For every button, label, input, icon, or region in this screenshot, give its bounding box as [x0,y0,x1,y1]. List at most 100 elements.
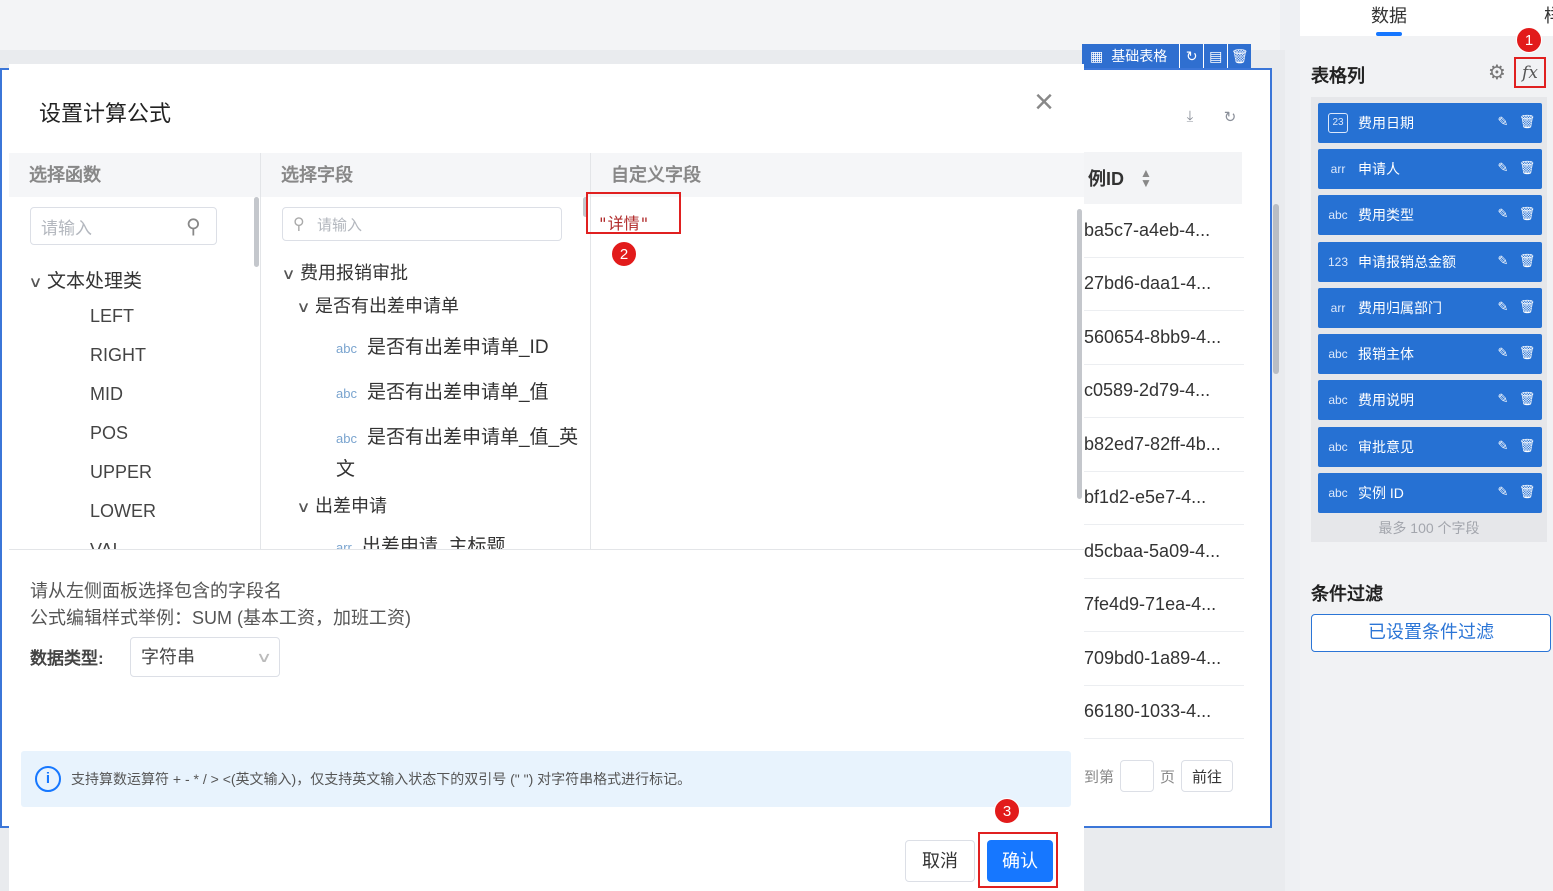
edit-icon[interactable]: ✎ [1494,114,1512,132]
delete-icon[interactable]: 🗑 [1518,299,1536,317]
chevron-down-icon: ∨ [255,649,273,665]
table-row: 27bd6-daa1-4... [1084,258,1244,311]
panel-tabs: 数据 样 [1300,0,1553,36]
table-row: 7fe4d9-71ea-4... [1084,579,1244,632]
gear-icon[interactable]: ⚙ [1486,62,1508,84]
field-search-input[interactable]: ⚲ 请输入 [282,207,562,241]
field-item[interactable]: arr 出差申请_主标题 [336,531,505,549]
field-tree-group[interactable]: ∨ 出差申请 [296,492,387,518]
column-item[interactable]: abc 费用类型 ✎ 🗑 [1318,195,1542,235]
field-item[interactable]: abc 是否有出差申请单_值 [336,377,549,404]
annotation-badge-3: 3 [994,798,1020,824]
table-row: 709bd0-1a89-4... [1084,632,1244,686]
column-header-label: 例ID [1088,169,1124,189]
field-item[interactable]: abc 是否有出差申请单_ID [336,332,549,359]
info-text: 支持算数运算符 + - * / > <(英文输入)，仅支持英文输入状态下的双引号… [71,771,692,787]
columns-title: 表格列 [1311,66,1365,86]
copy-icon[interactable]: ▤ [1203,44,1227,68]
table-row: ba5c7-a4eb-4... [1084,204,1244,258]
tree-group-label: 是否有出差申请单 [314,296,459,316]
delete-icon[interactable]: 🗑 [1518,391,1536,409]
delete-icon[interactable]: 🗑 [1518,160,1536,178]
column-item[interactable]: abc 审批意见 ✎ 🗑 [1318,427,1542,467]
column-item[interactable]: arr 费用归属部门 ✎ 🗑 [1318,288,1542,328]
field-tree-group[interactable]: ∨ 是否有出差申请单 [296,292,459,318]
go-page-button[interactable]: 前往 [1181,760,1234,792]
delete-icon[interactable]: 🗑 [1518,484,1536,502]
delete-icon[interactable]: 🗑 [1518,345,1536,363]
close-icon[interactable]: × [1029,85,1059,119]
column-item[interactable]: 23 费用日期 ✎ 🗑 [1318,103,1542,143]
field-name: 是否有出差申请单_值_英 [366,427,579,448]
annotation-badge-1: 1 [1516,27,1542,53]
filter-button[interactable]: 已设置条件过滤 [1311,614,1551,652]
edit-icon[interactable]: ✎ [1494,160,1512,178]
reload-icon[interactable]: ↻ [1220,108,1240,128]
field-column-header: 选择字段 [261,153,590,197]
table-body: ba5c7-a4eb-4... 27bd6-daa1-4... 560654-8… [1084,204,1244,739]
function-item[interactable]: RIGHT [90,345,146,366]
table-row: 560654-8bb9-4... [1084,311,1244,365]
function-column-header: 选择函数 [9,153,260,197]
download-icon[interactable]: ⤓ [1180,108,1200,128]
chevron-down-icon: ∨ [296,499,311,516]
cancel-button[interactable]: 取消 [905,840,975,882]
function-scrollbar[interactable] [254,197,259,267]
function-item[interactable]: POS [90,423,128,444]
edit-icon[interactable]: ✎ [1494,345,1512,363]
edit-icon[interactable]: ✎ [1494,391,1512,409]
field-tree-root[interactable]: ∨ 费用报销审批 [281,259,408,285]
tree-group-label: 出差申请 [314,496,387,516]
component-tag: ▦ 基础表格 ↻ ▤ 🗑 [1082,44,1252,68]
page-input[interactable] [1120,760,1155,792]
annotation-box-1 [1514,57,1546,88]
field-type: abc [336,341,357,356]
column-type: abc [1328,208,1348,222]
column-item[interactable]: abc 报销主体 ✎ 🗑 [1318,334,1542,374]
field-item[interactable]: abc 是否有出差申请单_值_英 [336,422,578,449]
function-item[interactable]: LOWER [90,501,156,522]
annotation-box-2 [586,192,681,234]
active-tab-indicator [1376,32,1402,36]
function-search-input[interactable]: 请输入 ⚲ [30,207,217,245]
edit-icon[interactable]: ✎ [1494,299,1512,317]
column-name: 费用说明 [1358,392,1414,408]
function-item[interactable]: LEFT [90,306,134,327]
function-group[interactable]: ∨ 文本处理类 [28,266,142,293]
table-icon: ▦ [1090,47,1104,64]
table-column-header[interactable]: 例ID ▲ ▼ [1084,152,1242,204]
delete-icon[interactable]: 🗑 [1518,438,1536,456]
delete-icon[interactable]: 🗑 [1518,206,1536,224]
edit-icon[interactable]: ✎ [1494,438,1512,456]
column-item[interactable]: 123 申请报销总金额 ✎ 🗑 [1318,242,1542,282]
top-toolbar [0,0,1280,50]
refresh-icon[interactable]: ↻ [1179,44,1203,68]
sort-icon[interactable]: ▲ ▼ [1140,167,1152,189]
column-item[interactable]: arr 申请人 ✎ 🗑 [1318,149,1542,189]
function-search-placeholder: 请输入 [41,218,92,238]
column-item[interactable]: abc 实例 ID ✎ 🗑 [1318,473,1542,513]
edit-icon[interactable]: ✎ [1494,484,1512,502]
formula-dialog: 设置计算公式 × 选择函数 选择字段 自定义字段 请输入 ⚲ ∨ 文本处理类 LE… [9,64,1084,891]
tab-style[interactable]: 样 [1544,2,1553,28]
function-item[interactable]: MID [90,384,123,405]
editor-scrollbar[interactable] [1077,209,1082,499]
delete-icon[interactable]: 🗑 [1518,114,1536,132]
table-row: c0589-2d79-4... [1084,365,1244,418]
dialog-title: 设置计算公式 [39,101,172,126]
column-name: 审批意见 [1358,439,1414,455]
edit-icon[interactable]: ✎ [1494,253,1512,271]
column-item[interactable]: abc 费用说明 ✎ 🗑 [1318,380,1542,420]
canvas-scrollbar[interactable] [1273,204,1279,374]
divider [9,549,1084,550]
delete-icon[interactable]: 🗑 [1518,253,1536,271]
function-item[interactable]: UPPER [90,462,152,483]
edit-icon[interactable]: ✎ [1494,206,1512,224]
delete-icon[interactable]: 🗑 [1227,44,1251,68]
data-type-select[interactable]: 字符串 ∨ [130,637,280,677]
function-item[interactable]: VAL [90,540,123,549]
chevron-down-icon: ∨ [28,274,43,291]
table-row: bf1d2-e5e7-4... [1084,472,1244,525]
tab-data[interactable]: 数据 [1371,2,1407,28]
column-name: 申请报销总金额 [1358,254,1456,270]
